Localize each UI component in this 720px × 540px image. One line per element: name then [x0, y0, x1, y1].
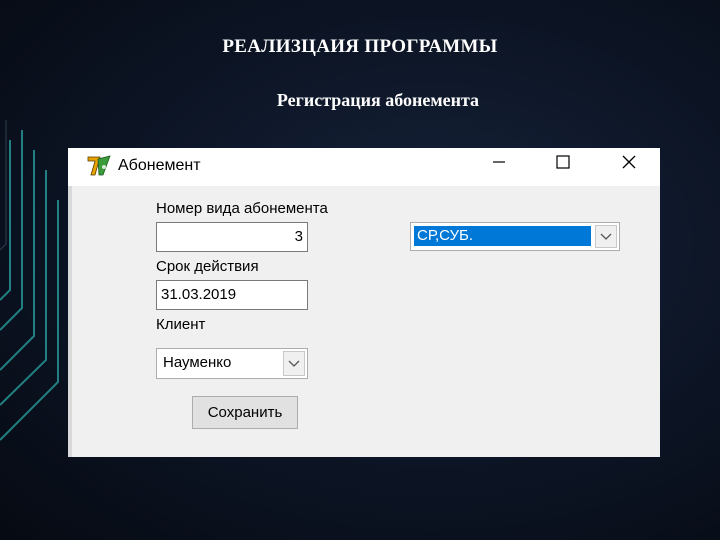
- slide-subtitle: Регистрация абонемента: [276, 90, 480, 110]
- validity-label: Срок действия: [156, 258, 259, 275]
- close-button[interactable]: [606, 148, 652, 181]
- subscription-type-field[interactable]: 3: [156, 222, 308, 252]
- chevron-down-icon[interactable]: [283, 351, 305, 376]
- minimize-button[interactable]: [476, 148, 522, 181]
- chevron-down-icon[interactable]: [595, 225, 617, 248]
- window-left-edge: [68, 186, 72, 457]
- window-title: Абонемент: [118, 157, 201, 174]
- maximize-button[interactable]: [540, 148, 586, 181]
- close-icon: [622, 155, 636, 174]
- delphi-app-icon: [86, 153, 112, 184]
- client-combo-value: Науменко: [163, 354, 232, 371]
- app-window: Абонемент Номер вида абонемента 3 Срок д…: [68, 148, 660, 457]
- client-label: Клиент: [156, 316, 206, 333]
- save-button[interactable]: Сохранить: [192, 396, 298, 429]
- minimize-icon: [492, 155, 506, 174]
- maximize-icon: [556, 155, 570, 174]
- days-combo-value: СР,СУБ.: [417, 227, 474, 244]
- validity-date-field[interactable]: 31.03.2019: [156, 280, 308, 310]
- client-combo[interactable]: Науменко: [156, 348, 308, 379]
- days-combo[interactable]: СР,СУБ.: [410, 222, 620, 251]
- subscription-type-label: Номер вида абонемента: [156, 200, 328, 217]
- slide-title: РЕАЛИЗЦАИЯ ПРОГРАММЫ: [222, 36, 498, 57]
- window-titlebar[interactable]: Абонемент: [68, 148, 660, 186]
